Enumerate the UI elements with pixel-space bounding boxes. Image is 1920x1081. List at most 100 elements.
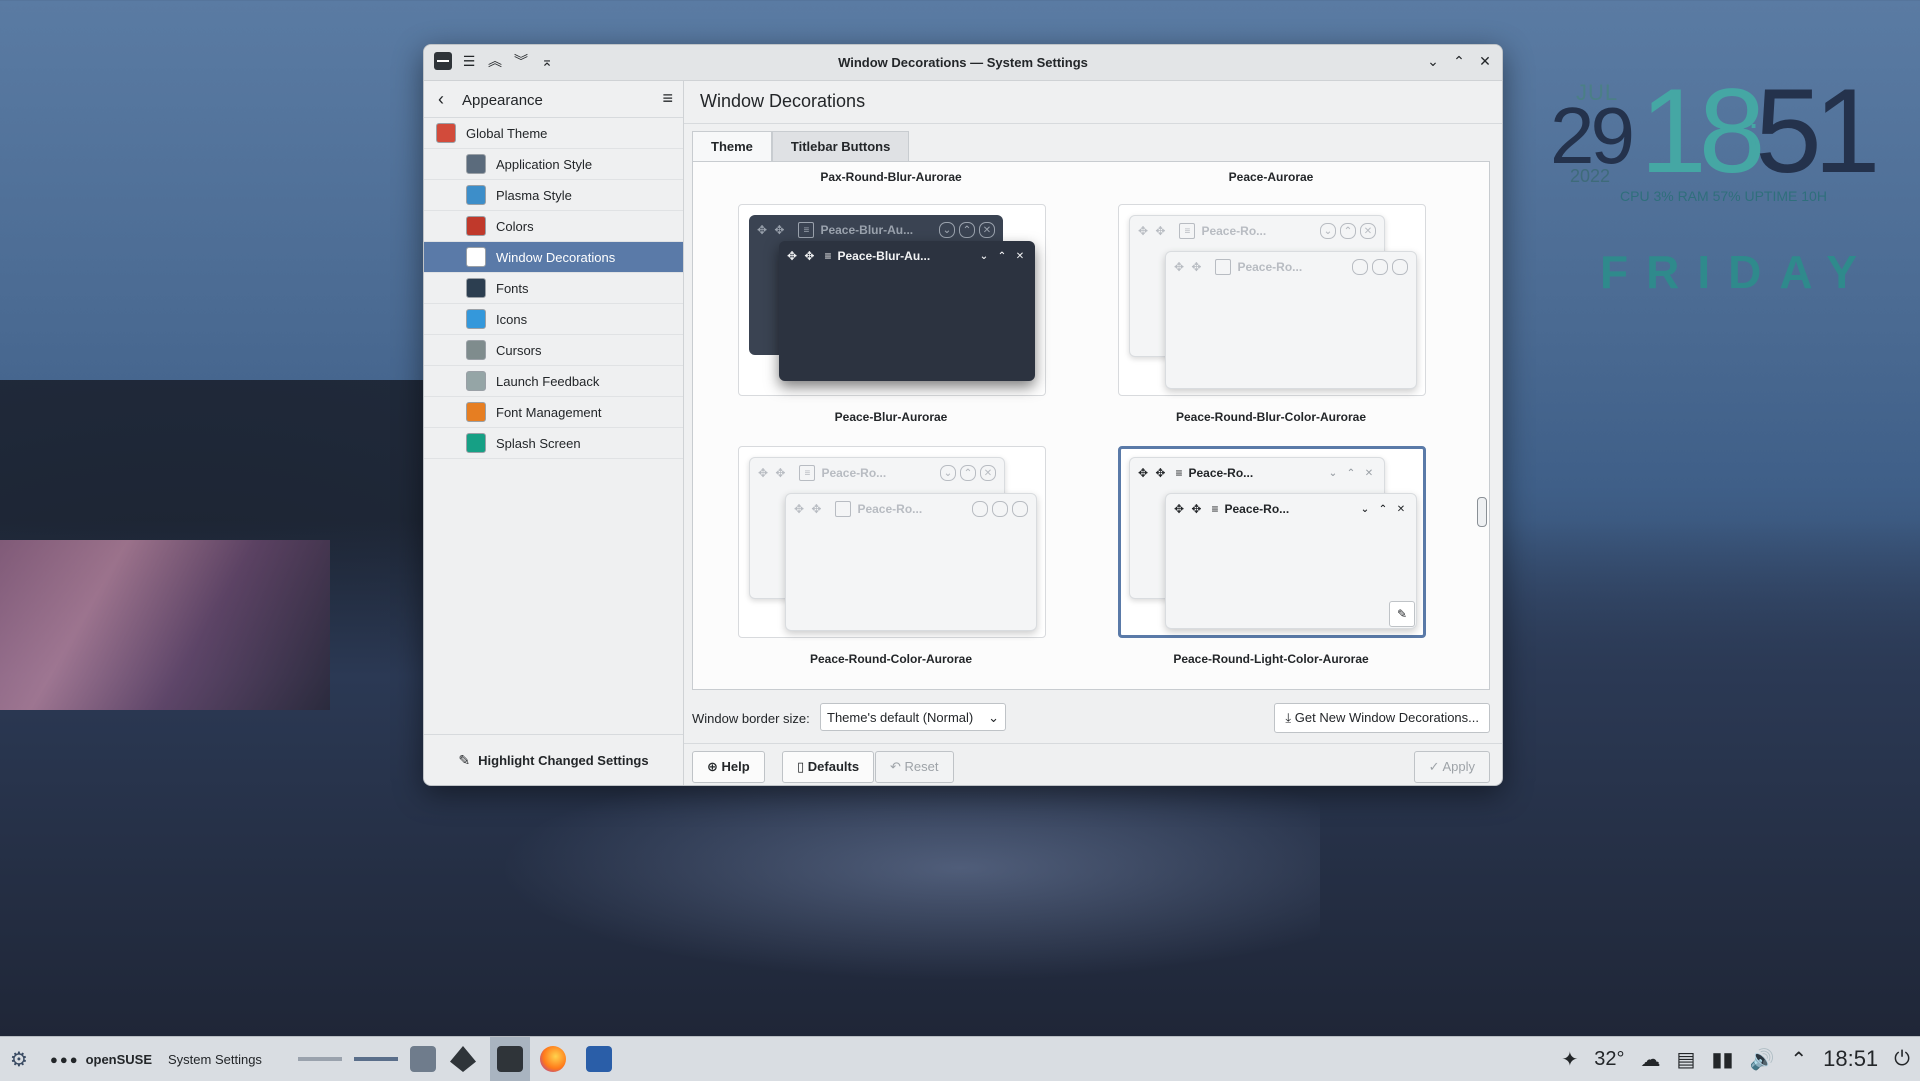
window-titlebar[interactable]: ☰ ︽ ︾ ⌅ Window Decorations — System Sett… <box>424 45 1502 81</box>
desktop-pager[interactable] <box>298 1037 436 1081</box>
clock-year: 2022 <box>1570 166 1611 186</box>
sidebar-item-label: Cursors <box>496 342 542 358</box>
opensuse-widget[interactable]: ●●● openSUSE <box>50 1037 152 1081</box>
clipboard-icon[interactable]: ▤ <box>1677 1047 1696 1072</box>
sidebar-item-colors[interactable]: Colors <box>424 211 683 242</box>
decoration-name-partial[interactable]: Peace-Aurorae <box>1081 170 1461 184</box>
pen-icon: ✎ <box>458 751 471 768</box>
application-style-icon <box>466 154 486 174</box>
scrollbar[interactable] <box>1477 172 1487 679</box>
sidebar-item-label: Window Decorations <box>496 249 616 265</box>
decoration-preview-peace-blur[interactable]: ✥ ✥ ≡ Peace-Blur-Au... ⌄ ⌃ ✕ ✥ ✥ ≡ Peace-Blur-A… <box>738 204 1046 396</box>
taskbar-app-files[interactable] <box>586 1037 612 1081</box>
sidebar-item-plasma-style[interactable]: Plasma Style <box>424 180 683 211</box>
main-content: Window Decorations Theme Titlebar Button… <box>684 81 1502 785</box>
taskbar-clock[interactable]: 18:51 <box>1823 1046 1878 1072</box>
apply-button[interactable]: ✓ Apply <box>1413 751 1490 783</box>
application-launcher[interactable]: ⚙ <box>10 1037 28 1081</box>
sidebar-item-label: Application Style <box>496 156 593 172</box>
sidebar-item-label: Fonts <box>496 280 529 296</box>
sidebar-item-label: Font Management <box>496 404 602 420</box>
tray-expand-icon[interactable]: ⌃ <box>1790 1047 1807 1072</box>
weather-cloud-icon[interactable]: ☁ <box>1641 1047 1661 1072</box>
sidebar-item-icons[interactable]: Icons <box>424 304 683 335</box>
cursors-icon <box>466 340 486 360</box>
reset-button[interactable]: ↶ Reset <box>875 751 954 783</box>
launch-feedback-icon <box>466 371 486 391</box>
tab-titlebar-buttons[interactable]: Titlebar Buttons <box>771 131 910 162</box>
pager-desktop-3[interactable] <box>410 1046 436 1072</box>
maximize-icon[interactable]: ⌃ <box>1450 52 1468 70</box>
sidebar-item-font-management[interactable]: Font Management <box>424 397 683 428</box>
get-new-decorations-button[interactable]: ⤓ Get New Window Decorations... <box>1274 703 1490 733</box>
help-button[interactable]: ⊕ Help <box>692 751 765 783</box>
sidebar-item-label: Colors <box>496 218 534 234</box>
clock-weekday: FRIDAY <box>1600 246 1875 298</box>
decoration-name-partial[interactable]: Pax-Round-Blur-Aurorae <box>701 170 1081 184</box>
page-title: Window Decorations <box>700 91 866 111</box>
splash-screen-icon <box>466 433 486 453</box>
taskbar-app-system-settings[interactable] <box>490 1037 530 1081</box>
hamburger-menu-icon[interactable]: ≡ <box>662 88 673 109</box>
fonts-icon <box>466 278 486 298</box>
sidebar-item-splash-screen[interactable]: Splash Screen <box>424 428 683 459</box>
scrollbar-thumb[interactable] <box>1477 497 1487 527</box>
sidebar-list: Global Theme Application Style Plasma Styl… <box>424 118 683 459</box>
decoration-preview-peace-round-color[interactable]: ✥ ✥ ≡ Peace-Ro... ⌄ ⌃ ✕ ✥ ✥ Peace-Ro... <box>738 446 1046 638</box>
decoration-preview-peace-round-blur-color[interactable]: ✥ ✥ ≡ Peace-Ro... ⌄ ⌃ ✕ ✥ ✥ Peace-Ro... <box>1118 204 1426 396</box>
decoration-name-selected[interactable]: Peace-Round-Light-Color-Aurorae <box>1081 652 1461 666</box>
pager-desktop-1[interactable] <box>298 1057 342 1061</box>
download-icon: ⤓ <box>1285 710 1292 725</box>
decoration-name[interactable]: Peace-Round-Blur-Color-Aurorae <box>1081 410 1461 424</box>
undo-icon: ↶ <box>890 759 901 774</box>
sidebar-item-label: Splash Screen <box>496 435 581 451</box>
decoration-grid[interactable]: Pax-Round-Blur-Aurorae Peace-Aurorae ✥ ✥… <box>701 162 1469 679</box>
sidebar-item-window-decorations[interactable]: Window Decorations <box>424 242 683 273</box>
kde-connect-icon[interactable]: ✦ <box>1562 1047 1579 1072</box>
colors-icon <box>466 216 486 236</box>
desktop-town-lights <box>0 540 330 710</box>
folder-icon <box>586 1046 612 1072</box>
back-icon[interactable]: ‹ <box>438 89 444 110</box>
sidebar-item-launch-feedback[interactable]: Launch Feedback <box>424 366 683 397</box>
footer-buttons: ⊕ Help ▯ Defaults ↶ Reset ✓ Apply <box>692 751 1490 783</box>
border-size-value: Theme's default (Normal) <box>827 710 974 725</box>
decoration-preview-peace-round-light-color[interactable]: ✥ ✥ ≡ Peace-Ro... ⌄ ⌃ ✕ ✥ ✥ ≡ Peace-Ro... ⌄ ⌃ ✕ ✎ <box>1118 446 1426 638</box>
sidebar-item-application-style[interactable]: Application Style <box>424 149 683 180</box>
theme-tab-pane: Pax-Round-Blur-Aurorae Peace-Aurorae ✥ ✥… <box>692 161 1490 690</box>
sidebar-item-cursors[interactable]: Cursors <box>424 335 683 366</box>
clock-system-stats: CPU 3% RAM 57% UPTIME 10H <box>1620 188 1827 204</box>
sidebar-item-global-theme[interactable]: Global Theme <box>424 118 683 149</box>
tab-theme[interactable]: Theme <box>692 131 772 162</box>
check-icon: ✓ <box>1428 759 1440 774</box>
decoration-name[interactable]: Peace-Round-Color-Aurorae <box>701 652 1081 666</box>
defaults-button[interactable]: ▯ Defaults <box>782 751 875 783</box>
border-size-select[interactable]: Theme's default (Normal) ⌄ <box>820 703 1006 731</box>
window-decorations-icon <box>466 247 486 267</box>
minimize-icon[interactable]: ⌄ <box>1424 52 1442 70</box>
chevron-down-icon: ⌄ <box>988 710 999 725</box>
network-icon[interactable]: ▮▮ <box>1711 1047 1733 1072</box>
plasma-style-icon <box>466 185 486 205</box>
clock-hour: 18 <box>1640 64 1766 198</box>
active-window-title: System Settings <box>168 1051 262 1067</box>
highlight-changed-settings-label: Highlight Changed Settings <box>478 752 649 768</box>
system-settings-icon <box>497 1046 523 1072</box>
activity-dots-icon: ●●● <box>50 1051 80 1067</box>
temperature[interactable]: 32° <box>1594 1048 1624 1071</box>
system-settings-window: ☰ ︽ ︾ ⌅ Window Decorations — System Sett… <box>423 44 1503 786</box>
sidebar: ‹ Appearance ≡ Global Theme Application S… <box>424 81 684 785</box>
decoration-name[interactable]: Peace-Blur-Aurorae <box>701 410 1081 424</box>
pager-desktop-2[interactable] <box>354 1057 398 1061</box>
power-icon[interactable]: ⏻ <box>1894 1048 1910 1071</box>
sidebar-title[interactable]: Appearance <box>462 92 543 109</box>
taskbar-app-firefox[interactable] <box>540 1037 566 1081</box>
volume-icon[interactable]: 🔊 <box>1749 1047 1774 1072</box>
highlight-changed-settings-button[interactable]: ✎ Highlight Changed Settings <box>424 734 683 785</box>
taskbar-app-inkscape[interactable] <box>450 1037 476 1081</box>
border-size-label: Window border size: <box>692 711 810 726</box>
sidebar-item-label: Icons <box>496 311 528 327</box>
sidebar-item-fonts[interactable]: Fonts <box>424 273 683 304</box>
edit-decoration-button[interactable]: ✎ <box>1389 601 1415 627</box>
close-icon[interactable]: ✕ <box>1476 52 1494 70</box>
